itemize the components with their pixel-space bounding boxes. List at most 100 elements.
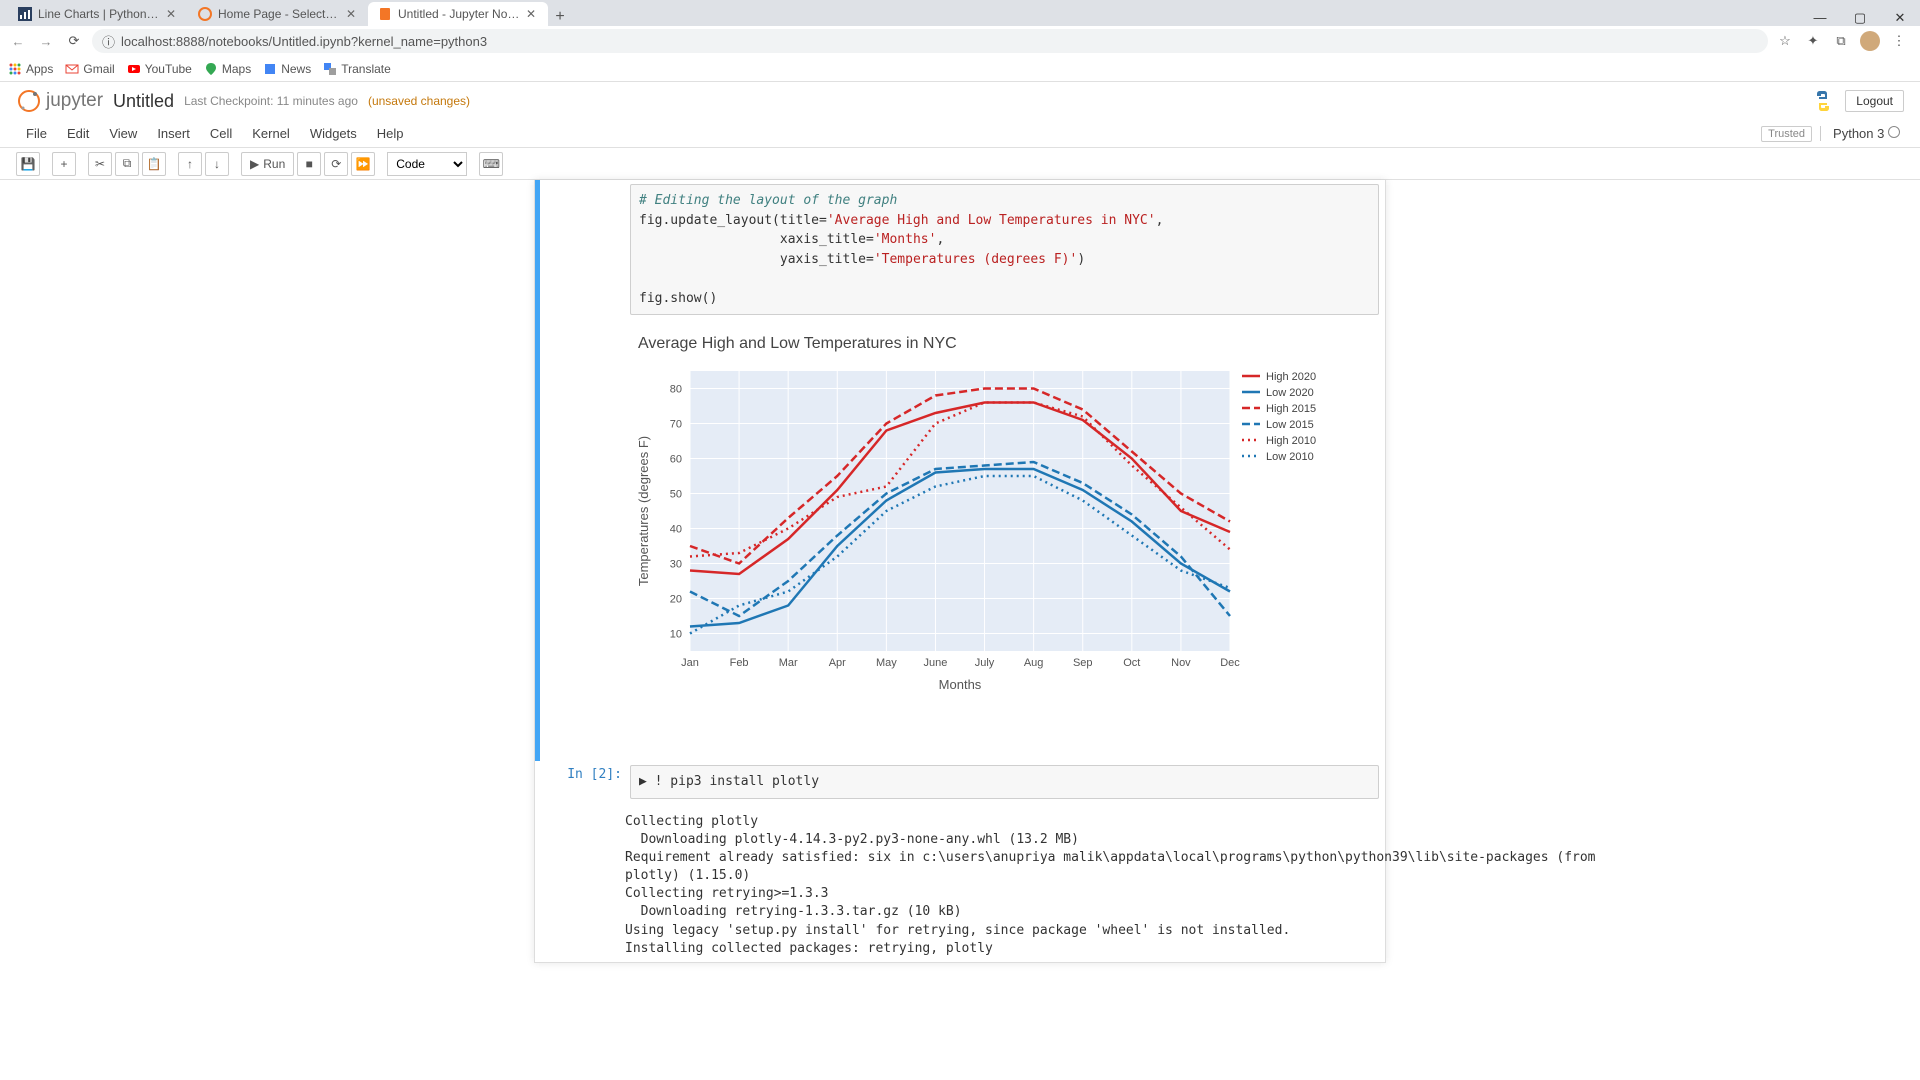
jupyter-logo-icon	[16, 88, 42, 114]
add-cell-button[interactable]: +	[52, 152, 76, 176]
notebook-favicon	[378, 7, 392, 21]
tab-title: Home Page - Select or create a n	[218, 7, 340, 21]
stdout-text: Collecting plotly Downloading plotly-4.1…	[625, 809, 1596, 963]
svg-text:20: 20	[670, 594, 682, 606]
browser-tab-2[interactable]: Untitled - Jupyter Notebook ✕	[368, 2, 548, 26]
close-icon[interactable]: ✕	[346, 7, 358, 21]
input-prompt: In [2]:	[540, 761, 630, 809]
restart-button[interactable]: ⟳	[324, 152, 348, 176]
bookmark-label: Gmail	[83, 62, 114, 76]
kernel-status-icon	[1888, 126, 1900, 138]
menu-kernel[interactable]: Kernel	[242, 122, 300, 145]
plotly-favicon	[18, 7, 32, 21]
menubar: File Edit View Insert Cell Kernel Widget…	[0, 120, 1920, 148]
jupyter-logo[interactable]: jupyter	[16, 88, 103, 114]
svg-text:June: June	[924, 657, 948, 669]
site-info-icon[interactable]: ⓘ	[102, 32, 115, 51]
logout-button[interactable]: Logout	[1845, 90, 1904, 112]
minimize-icon[interactable]: —	[1800, 10, 1840, 26]
menu-insert[interactable]: Insert	[147, 122, 200, 145]
code-cell-2[interactable]: In [2]: ▶ ! pip3 install plotly	[535, 761, 1385, 809]
bookmark-gmail[interactable]: Gmail	[65, 62, 114, 76]
code-editor[interactable]: ▶ ! pip3 install plotly	[630, 765, 1379, 799]
bookmark-label: Translate	[341, 62, 391, 76]
svg-text:Months: Months	[939, 677, 982, 692]
reading-list-icon[interactable]: ⧉	[1832, 33, 1850, 49]
jupyter-favicon	[198, 7, 212, 21]
address-bar: ← → ⟳ ⓘ localhost:8888/notebooks/Untitle…	[0, 26, 1920, 56]
copy-button[interactable]: ⧉	[115, 152, 139, 176]
menu-help[interactable]: Help	[367, 122, 414, 145]
bookmark-maps[interactable]: Maps	[204, 62, 251, 76]
code-editor[interactable]: # Editing the layout of the graph fig.up…	[630, 184, 1379, 315]
notebook-container: # Editing the layout of the graph fig.up…	[0, 180, 1920, 963]
bookmark-youtube[interactable]: YouTube	[127, 62, 192, 76]
svg-text:Low 2010: Low 2010	[1266, 451, 1314, 463]
paste-button[interactable]: 📋	[142, 152, 166, 176]
jupyter-header: jupyter Untitled Last Checkpoint: 11 min…	[0, 82, 1920, 120]
bookmark-news[interactable]: News	[263, 62, 311, 76]
trusted-indicator[interactable]: Trusted	[1761, 126, 1812, 142]
browser-chrome: Line Charts | Python | Plotly ✕ Home Pag…	[0, 0, 1920, 82]
menu-file[interactable]: File	[16, 122, 57, 145]
svg-text:30: 30	[670, 559, 682, 571]
interrupt-button[interactable]: ■	[297, 152, 321, 176]
apps-button[interactable]: Apps	[8, 62, 53, 76]
jupyter-brand-text: jupyter	[46, 90, 103, 112]
output-cell-1: Average High and Low Temperatures in NYC…	[535, 325, 1385, 761]
close-icon[interactable]: ✕	[526, 7, 538, 21]
maximize-icon[interactable]: ▢	[1840, 10, 1880, 26]
new-tab-button[interactable]: +	[548, 8, 572, 26]
python-icon	[1811, 89, 1835, 113]
svg-text:Low 2020: Low 2020	[1266, 387, 1314, 399]
move-down-button[interactable]: ↓	[205, 152, 229, 176]
unsaved-indicator: (unsaved changes)	[368, 94, 470, 108]
move-up-button[interactable]: ↑	[178, 152, 202, 176]
run-button[interactable]: ▶ Run	[241, 152, 294, 176]
menu-cell[interactable]: Cell	[200, 122, 242, 145]
input-prompt	[540, 180, 630, 325]
url-text: localhost:8888/notebooks/Untitled.ipynb?…	[121, 34, 487, 49]
checkpoint-text: Last Checkpoint: 11 minutes ago	[184, 94, 358, 108]
star-icon[interactable]: ☆	[1776, 33, 1794, 49]
svg-text:Aug: Aug	[1024, 657, 1044, 669]
browser-tab-0[interactable]: Line Charts | Python | Plotly ✕	[8, 2, 188, 26]
svg-text:50: 50	[670, 489, 682, 501]
bookmark-translate[interactable]: Translate	[323, 62, 391, 76]
bookmark-label: News	[281, 62, 311, 76]
svg-text:Oct: Oct	[1123, 657, 1140, 669]
bookmarks-bar: Apps Gmail YouTube Maps News Translate	[0, 56, 1920, 82]
kernel-name[interactable]: Python 3	[1820, 126, 1904, 141]
reload-button[interactable]: ⟳	[64, 33, 84, 49]
code-cell-1[interactable]: # Editing the layout of the graph fig.up…	[535, 180, 1385, 325]
svg-text:Dec: Dec	[1220, 657, 1240, 669]
tab-title: Line Charts | Python | Plotly	[38, 7, 160, 21]
menu-edit[interactable]: Edit	[57, 122, 99, 145]
close-window-icon[interactable]: ✕	[1880, 10, 1920, 26]
cut-button[interactable]: ✂	[88, 152, 112, 176]
chrome-menu-icon[interactable]: ⋮	[1890, 33, 1908, 49]
restart-run-all-button[interactable]: ⏩	[351, 152, 375, 176]
svg-text:Nov: Nov	[1171, 657, 1191, 669]
close-icon[interactable]: ✕	[166, 7, 178, 21]
chart-svg: 1020304050607080JanFebMarAprMayJuneJulyA…	[630, 361, 1350, 701]
svg-text:80: 80	[670, 384, 682, 396]
svg-text:40: 40	[670, 524, 682, 536]
svg-text:Sep: Sep	[1073, 657, 1093, 669]
bookmark-label: YouTube	[145, 62, 192, 76]
toolbar: 💾 + ✂ ⧉ 📋 ↑ ↓ ▶ Run ■ ⟳ ⏩ Code ⌨	[0, 148, 1920, 180]
forward-button[interactable]: →	[36, 34, 56, 49]
plotly-chart[interactable]: 1020304050607080JanFebMarAprMayJuneJulyA…	[630, 361, 1350, 721]
profile-avatar[interactable]	[1860, 31, 1880, 51]
extensions-icon[interactable]: ✦	[1804, 33, 1822, 49]
menu-widgets[interactable]: Widgets	[300, 122, 367, 145]
menu-view[interactable]: View	[99, 122, 147, 145]
save-button[interactable]: 💾	[16, 152, 40, 176]
back-button[interactable]: ←	[8, 34, 28, 49]
svg-text:High 2015: High 2015	[1266, 403, 1316, 415]
url-field[interactable]: ⓘ localhost:8888/notebooks/Untitled.ipyn…	[92, 29, 1768, 53]
command-palette-button[interactable]: ⌨	[479, 152, 503, 176]
cell-type-select[interactable]: Code	[387, 152, 467, 176]
browser-tab-1[interactable]: Home Page - Select or create a n ✕	[188, 2, 368, 26]
notebook-title[interactable]: Untitled	[113, 91, 174, 112]
